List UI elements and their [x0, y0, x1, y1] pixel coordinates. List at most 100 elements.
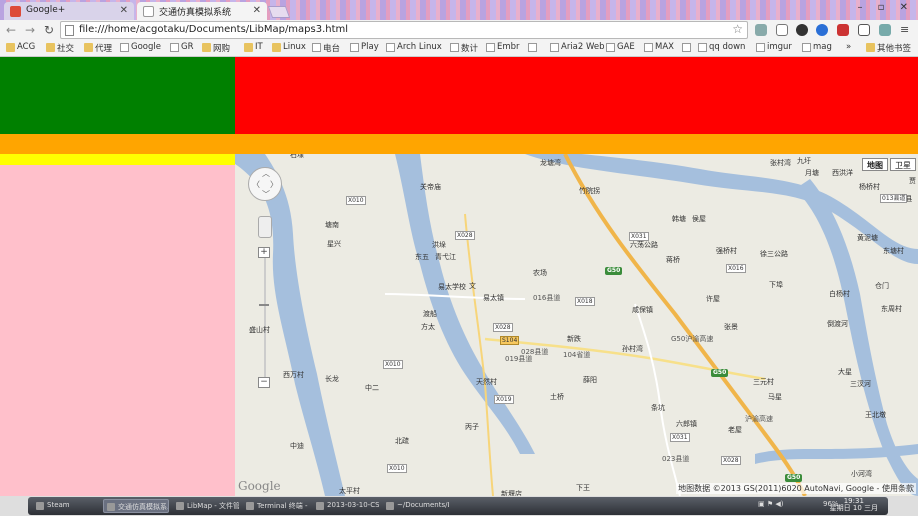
- bookmark-14[interactable]: Aria2 Web: [550, 42, 605, 55]
- zoom-in-button[interactable]: +: [258, 247, 270, 258]
- place-label: 新跌: [567, 335, 581, 343]
- place-label: 关帝庙: [420, 183, 441, 191]
- map-type-satellite-button[interactable]: 卫星: [890, 158, 916, 171]
- place-label: 洪垛: [432, 241, 446, 249]
- folder-icon: [866, 43, 875, 52]
- mail-icon[interactable]: [776, 24, 788, 36]
- road-number-badge: X010: [383, 360, 403, 369]
- bookmarks-overflow-button[interactable]: »: [846, 42, 851, 55]
- extension-tool-icon[interactable]: [879, 24, 891, 36]
- road-number-badge: X028: [493, 323, 513, 332]
- tab-strip: Google+ ✕ 交通仿真模拟系统 ✕ – ▫ ✕: [0, 0, 918, 20]
- place-label: 文: [469, 282, 476, 290]
- tray-icons[interactable]: ▣ ⚑ ◀): [758, 500, 783, 508]
- taskbar-task[interactable]: Steam: [33, 499, 99, 513]
- page-icon: [450, 43, 459, 52]
- bookmark-6[interactable]: IT: [244, 42, 263, 55]
- pan-left-icon[interactable]: 〈: [252, 179, 260, 190]
- window-controls[interactable]: – ▫ ✕: [857, 2, 914, 13]
- bookmark-8[interactable]: 电台: [312, 42, 340, 55]
- street-view-pegman-icon[interactable]: [258, 216, 272, 238]
- tab-traffic-sim[interactable]: 交通仿真模拟系统 ✕: [137, 2, 267, 20]
- place-label: 强桥村: [716, 247, 737, 255]
- place-label: 太平村: [339, 487, 360, 495]
- place-label: 老屋: [728, 426, 742, 434]
- google-plus-icon: [10, 6, 21, 17]
- back-icon[interactable]: ←: [4, 23, 18, 37]
- place-label: 东塘村: [883, 247, 904, 255]
- zoom-slider-track[interactable]: [264, 248, 266, 388]
- bookmark-4[interactable]: GR: [170, 42, 194, 55]
- bookmark-16[interactable]: MAX: [644, 42, 674, 55]
- bookmark-7[interactable]: Linux: [272, 42, 306, 55]
- place-label: 北疏: [395, 437, 409, 445]
- place-label: 西万村: [283, 371, 304, 379]
- bookmark-1[interactable]: 社交: [46, 42, 74, 55]
- bookmark-19[interactable]: imgur: [756, 42, 792, 55]
- taskbar-task[interactable]: LibMap - 文件管...: [173, 499, 239, 513]
- bookmark-10[interactable]: Arch Linux: [386, 42, 442, 55]
- folder-icon: [202, 43, 211, 52]
- bookmark-5[interactable]: 网购: [202, 42, 230, 55]
- forward-icon[interactable]: →: [23, 23, 37, 37]
- bookmark-0[interactable]: ACG: [6, 42, 35, 55]
- pan-right-icon[interactable]: 〉: [270, 179, 278, 190]
- bookmark-17[interactable]: [682, 42, 693, 55]
- extension-globe-icon[interactable]: [755, 24, 767, 36]
- taskbar-task[interactable]: 交通仿真模拟系...: [103, 499, 169, 513]
- place-label: 下王: [576, 484, 590, 492]
- bookmark-2[interactable]: 代理: [84, 42, 112, 55]
- place-label: 石埭: [290, 154, 304, 159]
- bookmark-12[interactable]: Embr: [486, 42, 520, 55]
- tab-google-plus[interactable]: Google+ ✕: [4, 2, 134, 20]
- menu-icon[interactable]: ≡: [900, 24, 912, 36]
- close-icon[interactable]: ✕: [253, 5, 261, 16]
- bookmark-20[interactable]: mag: [802, 42, 832, 55]
- place-label: 中迪: [290, 442, 304, 450]
- task-label: LibMap - 文件管...: [187, 502, 239, 510]
- map-canvas[interactable]: ︿ 〈 〉 ﹀ + − 地图 卫星 石埭 龙塘湾 张村湾 九圩 月塘 西洪洋 杨桥村 贾关帝庙…: [235, 154, 918, 496]
- bookmark-15[interactable]: GAE: [606, 42, 635, 55]
- pan-control[interactable]: ︿ 〈 〉 ﹀: [248, 167, 282, 201]
- extension-e-icon[interactable]: [816, 24, 828, 36]
- bookmark-9[interactable]: Play: [350, 42, 379, 55]
- place-label: 孙村湾: [622, 345, 643, 353]
- extension-t-icon[interactable]: [858, 24, 870, 36]
- road-name-label: 023县道: [662, 455, 690, 463]
- bookmark-18[interactable]: qq down: [698, 42, 745, 55]
- place-label: 塘南: [325, 221, 339, 229]
- road-number-badge: X019: [494, 395, 514, 404]
- close-icon[interactable]: ✕: [120, 5, 128, 16]
- sidebar-panel: [0, 165, 235, 496]
- extension-red-icon[interactable]: [837, 24, 849, 36]
- new-tab-button[interactable]: [267, 6, 291, 18]
- bookmark-11[interactable]: 数计: [450, 42, 478, 55]
- zoom-out-button[interactable]: −: [258, 377, 270, 388]
- place-label: 盛山村: [249, 326, 270, 334]
- other-bookmarks[interactable]: 其他书签: [866, 42, 911, 55]
- gae-icon: [606, 43, 615, 52]
- place-label: 六郎镇: [676, 420, 697, 428]
- taskbar-task[interactable]: ~/Documents/L...: [383, 499, 449, 513]
- road-number-badge: X018: [575, 297, 595, 306]
- reload-icon[interactable]: ↻: [42, 23, 56, 37]
- zoom-slider-handle[interactable]: [259, 304, 269, 306]
- taskbar-task[interactable]: Terminal 终端 - ...: [243, 499, 309, 513]
- county-road-016: [384, 293, 526, 300]
- clock-date: 星期日 10 三月: [829, 504, 878, 512]
- address-bar[interactable]: file:///home/acgotaku/Documents/LibMap/m…: [60, 21, 748, 39]
- place-label: 小河湾: [851, 470, 872, 478]
- place-label: 条坑: [651, 404, 665, 412]
- star-icon[interactable]: ☆: [732, 22, 743, 36]
- bookmark-3[interactable]: Google: [120, 42, 161, 55]
- taskbar-task[interactable]: 2013-03-10-CS...: [313, 499, 379, 513]
- bookmark-13[interactable]: [528, 42, 539, 55]
- extension-dark-icon[interactable]: [796, 24, 808, 36]
- map-type-map-button[interactable]: 地图: [862, 158, 888, 171]
- place-label: 下埠: [769, 281, 783, 289]
- expressway-g50: [563, 154, 807, 496]
- place-label: 竹院拐: [579, 187, 600, 195]
- pan-up-icon[interactable]: ︿: [262, 168, 270, 179]
- pan-down-icon[interactable]: ﹀: [262, 189, 270, 200]
- map-base-drawing: [235, 154, 918, 496]
